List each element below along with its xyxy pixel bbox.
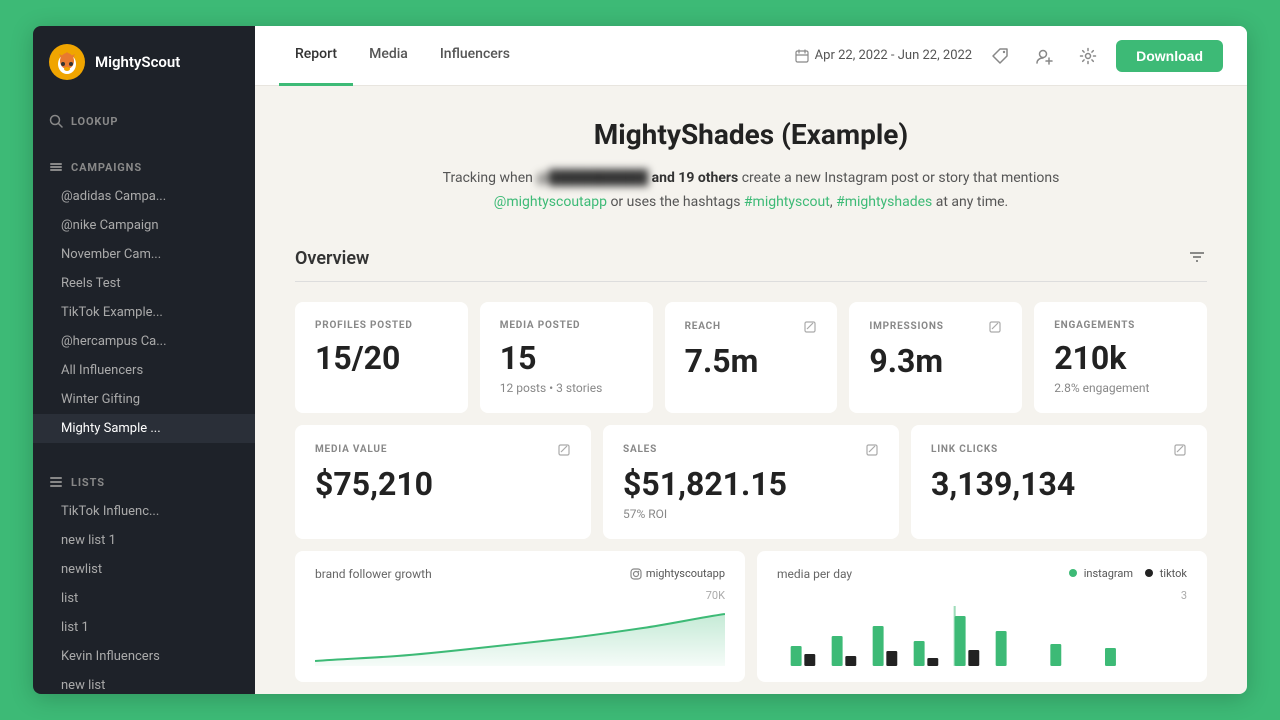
date-range[interactable]: Apr 22, 2022 - Jun 22, 2022 — [795, 48, 972, 63]
top-navigation: Report Media Influencers Apr 22, 2022 - … — [255, 26, 1247, 86]
stat-impressions: IMPRESSIONS 9.3m — [849, 302, 1022, 413]
lists-section: LISTS TikTok Influenc... new list 1 newl… — [33, 459, 255, 694]
list-new-list[interactable]: new list — [33, 671, 255, 694]
edit-icon-impressions[interactable] — [988, 320, 1002, 334]
sales-sub: 57% ROI — [623, 507, 879, 521]
media-posted-sub: 12 posts • 3 stories — [500, 381, 633, 395]
lookup-header: LOOKUP — [33, 106, 255, 136]
stat-media-value: MEDIA VALUE $75,210 — [295, 425, 591, 539]
overview-header: Overview — [295, 247, 1207, 282]
page-subtitle: Tracking when @██████████ and 19 others … — [295, 167, 1207, 215]
stat-media-posted: MEDIA POSTED 15 12 posts • 3 stories — [480, 302, 653, 413]
stats-row-2: MEDIA VALUE $75,210 SALES $51,821.15 57%… — [295, 425, 1207, 539]
logo-icon — [49, 44, 85, 80]
charts-row: brand follower growth mightyscoutapp 70K — [295, 551, 1207, 682]
nav-tabs: Report Media Influencers — [279, 26, 526, 86]
list-new-list-1[interactable]: new list 1 — [33, 526, 255, 555]
chart2-title: media per day — [777, 567, 852, 581]
media-value-value: $75,210 — [315, 465, 571, 503]
profiles-posted-value: 15/20 — [315, 339, 448, 377]
overview-title: Overview — [295, 248, 369, 269]
list-list-1[interactable]: list 1 — [33, 613, 255, 642]
reach-value: 7.5m — [685, 342, 818, 380]
settings-button[interactable] — [1072, 40, 1104, 72]
list-newlist[interactable]: newlist — [33, 555, 255, 584]
tags-button[interactable] — [984, 40, 1016, 72]
sales-value: $51,821.15 — [623, 465, 879, 503]
chart1-ylabel: 70K — [315, 589, 725, 602]
tab-report[interactable]: Report — [279, 26, 353, 86]
chart2-area — [777, 606, 1187, 666]
list-list[interactable]: list — [33, 584, 255, 613]
impressions-value: 9.3m — [869, 342, 1002, 380]
media-per-day-chart: media per day instagram tiktok — [757, 551, 1207, 682]
chart1-platform: mightyscoutapp — [630, 567, 725, 580]
nav-actions: Apr 22, 2022 - Jun 22, 2022 Download — [795, 40, 1223, 72]
chart2-ylabel: 3 — [777, 589, 1187, 602]
lists-list: TikTok Influenc... new list 1 newlist li… — [33, 497, 255, 694]
sidebar: MightyScout LOOKUP CAMPAIGNS @adidas Cam… — [33, 26, 255, 694]
stats-row-1: PROFILES POSTED 15/20 MEDIA POSTED 15 12… — [295, 302, 1207, 413]
campaign-hercampus[interactable]: @hercampus Ca... — [33, 327, 255, 356]
engagements-value: 210k — [1054, 339, 1187, 377]
brand-follower-chart: brand follower growth mightyscoutapp 70K — [295, 551, 745, 682]
campaign-all-influencers[interactable]: All Influencers — [33, 356, 255, 385]
page-title: MightyShades (Example) — [295, 118, 1207, 151]
campaign-mighty-sample[interactable]: Mighty Sample ... — [33, 414, 255, 443]
lookup-section: LOOKUP — [33, 98, 255, 144]
chart1-title: brand follower growth — [315, 567, 432, 581]
stat-sales: SALES $51,821.15 57% ROI — [603, 425, 899, 539]
link-clicks-value: 3,139,134 — [931, 465, 1187, 503]
stat-engagements: ENGAGEMENTS 210k 2.8% engagement — [1034, 302, 1207, 413]
calendar-icon — [795, 49, 809, 63]
download-button[interactable]: Download — [1116, 40, 1223, 72]
tab-influencers[interactable]: Influencers — [424, 26, 526, 86]
edit-icon-media-value[interactable] — [557, 443, 571, 457]
page-body: MightyShades (Example) Tracking when @██… — [255, 86, 1247, 694]
instagram-icon — [630, 568, 642, 580]
legend-instagram: instagram — [1069, 567, 1133, 580]
campaigns-section: CAMPAIGNS @adidas Campa... @nike Campaig… — [33, 144, 255, 451]
campaign-tiktok[interactable]: TikTok Example... — [33, 298, 255, 327]
logo-text: MightyScout — [95, 53, 180, 71]
stat-reach: REACH 7.5m — [665, 302, 838, 413]
campaign-reels[interactable]: Reels Test — [33, 269, 255, 298]
campaign-winter[interactable]: Winter Gifting — [33, 385, 255, 414]
campaigns-header: CAMPAIGNS — [33, 152, 255, 182]
stat-link-clicks: LINK CLICKS 3,139,134 — [911, 425, 1207, 539]
campaign-nike[interactable]: @nike Campaign — [33, 211, 255, 240]
campaigns-list: @adidas Campa... @nike Campaign November… — [33, 182, 255, 443]
filter-icon[interactable] — [1187, 247, 1207, 271]
campaign-adidas[interactable]: @adidas Campa... — [33, 182, 255, 211]
list-tiktok-influencers[interactable]: TikTok Influenc... — [33, 497, 255, 526]
chart1-area — [315, 606, 725, 666]
list-kevin[interactable]: Kevin Influencers — [33, 642, 255, 671]
logo-area: MightyScout — [33, 26, 255, 98]
edit-icon-sales[interactable] — [865, 443, 879, 457]
chart2-legend: instagram tiktok — [1069, 567, 1187, 580]
stat-profiles-posted: PROFILES POSTED 15/20 — [295, 302, 468, 413]
add-user-button[interactable] — [1028, 40, 1060, 72]
main-content: Report Media Influencers Apr 22, 2022 - … — [255, 26, 1247, 694]
blurred-account: @██████████ — [536, 170, 648, 186]
lists-header: LISTS — [33, 467, 255, 497]
edit-icon-link-clicks[interactable] — [1173, 443, 1187, 457]
media-posted-value: 15 — [500, 339, 633, 377]
edit-icon[interactable] — [803, 320, 817, 334]
legend-tiktok: tiktok — [1145, 567, 1187, 580]
app-container: MightyScout LOOKUP CAMPAIGNS @adidas Cam… — [33, 26, 1247, 694]
engagements-sub: 2.8% engagement — [1054, 381, 1187, 395]
tab-media[interactable]: Media — [353, 26, 424, 86]
campaign-november[interactable]: November Cam... — [33, 240, 255, 269]
